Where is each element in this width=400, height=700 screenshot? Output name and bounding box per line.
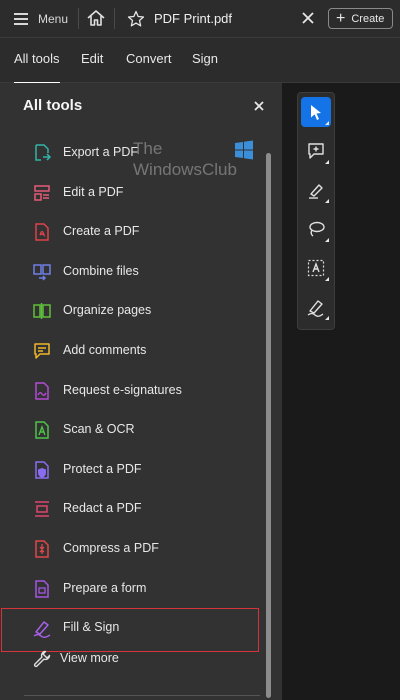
view-more-label: View more (60, 651, 119, 665)
create-label: Create (351, 12, 385, 25)
sign-pen-icon[interactable] (301, 292, 331, 322)
add-comment-icon[interactable] (301, 136, 331, 166)
hamburger-icon (14, 12, 28, 25)
divider (24, 695, 260, 696)
document-tab-title: PDF Print.pdf (154, 11, 233, 26)
menu-button[interactable]: Menu (0, 0, 78, 37)
tool-label: Export a PDF (63, 145, 139, 159)
export-pdf-icon (35, 144, 52, 161)
tool-label: Compress a PDF (63, 541, 159, 555)
compress-pdf-icon (35, 540, 49, 558)
watermark-line1: The (133, 139, 163, 158)
prepare-form-icon (35, 579, 49, 598)
wrench-icon (33, 650, 51, 668)
edit-pdf-icon (34, 184, 50, 201)
request-esignatures-icon (35, 381, 49, 400)
view-more-button[interactable]: View more (0, 639, 262, 679)
tool-item-protect-pdf[interactable]: Protect a PDF (0, 450, 262, 490)
document-tab[interactable]: PDF Print.pdf (116, 0, 322, 37)
fill-sign-icon (33, 621, 51, 639)
highlight-pen-icon[interactable] (301, 175, 331, 205)
tool-item-compress-pdf[interactable]: Compress a PDF (0, 529, 262, 569)
divider (114, 8, 115, 29)
tool-item-add-comments[interactable]: Add comments (0, 331, 262, 371)
scan-ocr-icon (35, 421, 49, 439)
divider (78, 8, 79, 29)
organize-pages-icon (33, 303, 51, 320)
plus-icon: + (336, 9, 346, 27)
tab-convert[interactable]: Convert (126, 38, 172, 82)
tool-label: Protect a PDF (63, 461, 142, 476)
tool-label: Prepare a form (63, 580, 147, 595)
close-panel-icon[interactable] (252, 99, 266, 113)
tool-label: Organize pages (63, 303, 152, 318)
scrollbar-thumb[interactable] (266, 153, 271, 698)
tool-item-organize-pages[interactable]: Organize pages (0, 291, 262, 331)
tool-item-redact-pdf[interactable]: Redact a PDF (0, 489, 262, 529)
tool-item-request-esignatures[interactable]: Request e-signatures (0, 371, 262, 411)
tool-label: Create a PDF (63, 224, 140, 239)
watermark-line2: WindowsClub (133, 160, 237, 179)
combine-files-icon (33, 264, 51, 281)
windowsclub-logo-icon (235, 140, 253, 160)
close-tab-icon[interactable] (300, 10, 316, 26)
menu-label: Menu (38, 11, 69, 26)
select-cursor-icon[interactable] (301, 97, 331, 127)
tool-item-combine-files[interactable]: Combine files (0, 252, 262, 292)
tool-label: Combine files (63, 263, 139, 278)
add-comments-icon (34, 343, 50, 359)
panel-title: All tools (23, 97, 83, 114)
quick-toolbar (297, 92, 335, 330)
text-select-icon[interactable] (301, 253, 331, 283)
tool-label: Fill & Sign (63, 620, 120, 635)
star-icon[interactable] (126, 9, 146, 29)
nav-tabs: All tools Edit Convert Sign (0, 38, 400, 84)
tool-label: Redact a PDF (63, 501, 142, 516)
tool-item-create-pdf[interactable]: Create a PDF (0, 212, 262, 252)
tab-sign[interactable]: Sign (192, 38, 218, 82)
tab-all-tools[interactable]: All tools (14, 38, 60, 84)
tool-item-scan-ocr[interactable]: Scan & OCR (0, 410, 262, 450)
tool-label: Request e-signatures (63, 382, 182, 397)
create-button[interactable]: + Create (328, 8, 393, 29)
tool-label: Add comments (63, 343, 147, 357)
protect-pdf-icon (35, 461, 49, 479)
watermark: The WindowsClub (133, 139, 263, 181)
tool-item-prepare-form[interactable]: Prepare a form (0, 569, 262, 609)
lasso-draw-icon[interactable] (301, 214, 331, 244)
create-pdf-icon (35, 223, 49, 241)
tool-label: Edit a PDF (63, 184, 124, 199)
home-icon[interactable] (84, 6, 108, 30)
tab-edit[interactable]: Edit (81, 38, 103, 82)
redact-pdf-icon (35, 501, 49, 518)
top-bar: Menu PDF Print.pdf + Create (0, 0, 400, 38)
tool-label: Scan & OCR (63, 422, 135, 437)
